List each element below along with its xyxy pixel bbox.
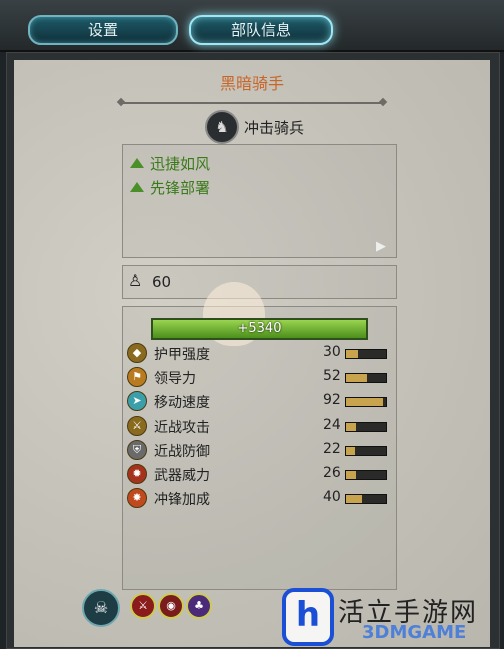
stat-value: 22 (323, 440, 341, 457)
tab-settings[interactable]: 设置 (28, 15, 178, 45)
unit-type: 冲击骑兵 (244, 119, 305, 137)
tab-unit-info[interactable]: 部队信息 (189, 15, 333, 45)
stat-bar (345, 470, 387, 480)
melee-defense-icon: ⛨ (127, 439, 147, 460)
site-watermark: h 活立手游网 3DMGAME (282, 588, 504, 647)
stat-label: 领导力 (154, 371, 196, 388)
stat-label: 武器威力 (154, 468, 210, 484)
stat-bar (345, 445, 387, 456)
stat-bar (345, 397, 387, 408)
stat-bar (345, 421, 387, 432)
leadership-icon: ⚑ (127, 367, 147, 388)
stat-row[interactable]: ✹ 武器威力 26 (127, 463, 389, 485)
soldier-icon: ♙ (128, 271, 143, 290)
stat-bar (345, 373, 387, 384)
title-divider (122, 102, 382, 104)
stat-value: 26 (323, 465, 341, 481)
stat-value: 40 (323, 489, 341, 506)
stat-value: 92 (323, 392, 341, 409)
stat-value: 30 (323, 344, 341, 360)
eye-attribute-icon[interactable]: ◉ (158, 593, 184, 619)
stat-row[interactable]: ✸ 冲锋加成 40 (127, 487, 389, 509)
triangle-up-icon (130, 182, 144, 192)
stat-row[interactable]: ⚑ 领导力 52 (127, 366, 389, 388)
watermark-logo-icon: h (282, 588, 334, 646)
stat-label: 近战攻击 (154, 419, 210, 436)
troop-count: 60 (152, 273, 172, 291)
stat-row[interactable]: ➤ 移动速度 92 (127, 390, 389, 412)
stat-bar (345, 349, 387, 359)
stat-row[interactable]: ◆ 护甲强度 30 (127, 342, 389, 364)
fear-attribute-icon[interactable]: ♣ (186, 593, 212, 619)
stat-label: 近战防御 (154, 443, 210, 460)
skull-ability-icon[interactable]: ☠ (82, 589, 120, 627)
stat-label: 护甲强度 (154, 347, 210, 363)
melee-attack-icon: ⚔ (127, 415, 147, 436)
stat-label: 冲锋加成 (154, 492, 210, 509)
watermark-sub: 3DMGAME (362, 622, 467, 643)
horse-icon: ♞ (205, 110, 239, 144)
health-value: +5340 (237, 321, 282, 336)
stat-value: 52 (323, 368, 341, 385)
scroll-right-icon[interactable]: ▶ (376, 239, 386, 254)
stat-value: 24 (323, 416, 341, 433)
ability-item[interactable]: 先锋部署 (130, 177, 210, 198)
unit-name: 黑暗骑手 (219, 74, 284, 93)
speed-icon: ➤ (127, 391, 147, 412)
stat-row[interactable]: ⚔ 近战攻击 24 (127, 415, 389, 437)
ability-label: 先锋部署 (150, 179, 211, 197)
ability-label: 迅捷如风 (150, 155, 211, 173)
charge-attribute-icon[interactable]: ⚔ (130, 593, 156, 619)
stat-row[interactable]: ⛨ 近战防御 22 (127, 439, 389, 461)
health-bar: +5340 (151, 318, 368, 340)
triangle-up-icon (130, 158, 144, 168)
armor-icon: ◆ (127, 343, 147, 363)
top-bar: 设置 部队信息 (0, 0, 504, 52)
weapon-strength-icon: ✹ (127, 464, 147, 484)
charge-bonus-icon: ✸ (127, 488, 147, 509)
ability-item[interactable]: 迅捷如风 (130, 153, 210, 174)
stat-label: 移动速度 (154, 395, 210, 412)
stat-bar (345, 494, 387, 505)
